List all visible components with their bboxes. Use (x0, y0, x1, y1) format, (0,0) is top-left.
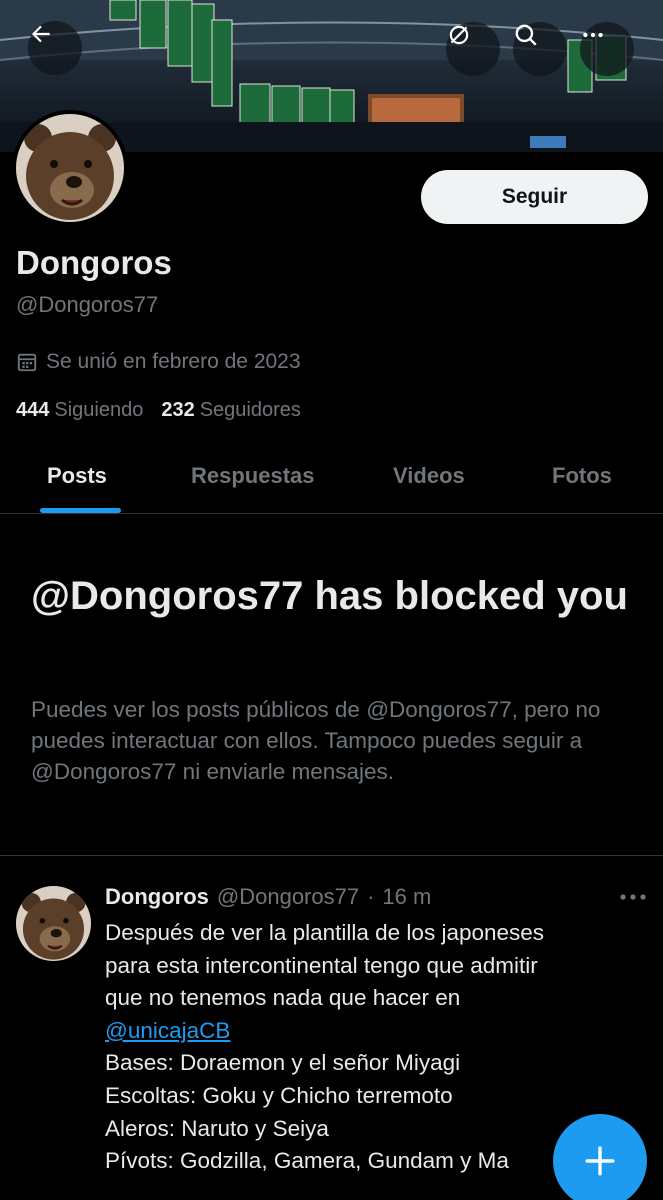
follow-stats: 444 Siguiendo 232 Seguidores (16, 399, 301, 422)
search-icon (515, 24, 537, 46)
grok-button[interactable] (446, 22, 500, 76)
follow-button[interactable]: Seguir (421, 170, 648, 224)
post-line: para esta intercontinental tengo que adm… (105, 952, 538, 978)
following-label: Siguiendo (54, 399, 144, 421)
followers-label: Seguidores (199, 399, 301, 421)
bear-avatar-image (16, 886, 91, 961)
grok-icon (449, 25, 469, 45)
calendar-icon (17, 353, 37, 372)
tab-posts[interactable]: Posts (47, 463, 107, 489)
post-line: Bases: Doraemon y el señor Miyagi (105, 1050, 461, 1076)
active-tab-indicator (40, 508, 121, 513)
post-separator: · (367, 884, 375, 909)
search-button[interactable] (513, 22, 567, 76)
post-more-icon[interactable] (616, 886, 650, 908)
following-link[interactable]: 444 Siguiendo (16, 399, 143, 422)
section-divider (0, 855, 663, 856)
post-author-handle[interactable]: @Dongoros77 (217, 884, 359, 910)
followers-count: 232 (161, 399, 195, 421)
compose-post-button[interactable] (553, 1114, 647, 1200)
profile-avatar[interactable] (12, 110, 128, 226)
post-author-avatar[interactable] (16, 886, 91, 961)
followers-link[interactable]: 232 Seguidores (161, 399, 301, 422)
blocked-description: Puedes ver los posts públicos de @Dongor… (31, 697, 601, 784)
post-timestamp[interactable]: 16 m (382, 884, 431, 910)
post-line: Escoltas: Goku y Chicho terremoto (105, 1082, 453, 1108)
profile-display-name: Dongoros (16, 244, 172, 281)
post-line: Después de ver la plantilla de los japon… (105, 920, 545, 945)
plus-icon (585, 1146, 615, 1176)
tab-videos[interactable]: Videos (393, 463, 465, 489)
blocked-title: @Dongoros77 has blocked you (31, 574, 628, 618)
profile-handle: @Dongoros77 (16, 292, 159, 317)
more-options-button[interactable] (580, 22, 634, 76)
arrow-left-icon (31, 25, 50, 43)
join-date-text: Se unió en febrero de 2023 (46, 350, 301, 373)
post-mention-link[interactable]: @unicajaCB (105, 1018, 230, 1043)
post-header: Dongoros @Dongoros77 · 16 m (105, 884, 431, 910)
tab-fotos[interactable]: Fotos (552, 463, 612, 489)
bear-avatar-image (16, 114, 124, 222)
post-line: que no tenemos nada que hacer en (105, 985, 461, 1011)
following-count: 444 (16, 399, 50, 421)
tab-respuestas[interactable]: Respuestas (191, 463, 315, 489)
profile-tabs: Posts Respuestas Videos Fotos (0, 445, 663, 514)
more-horizontal-icon (583, 32, 603, 38)
join-date: Se unió en febrero de 2023 (16, 350, 301, 374)
post-author-name[interactable]: Dongoros (105, 884, 209, 910)
back-button[interactable] (28, 21, 82, 75)
